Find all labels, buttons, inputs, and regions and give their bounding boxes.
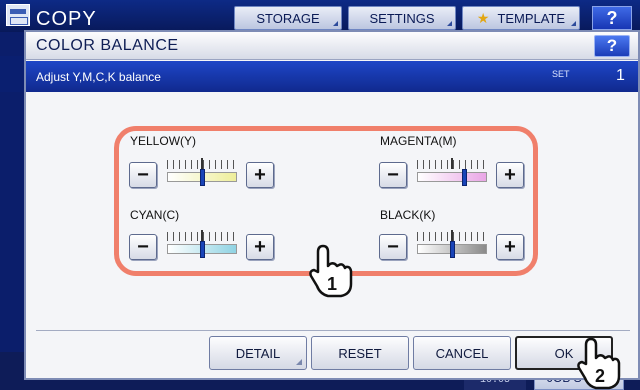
corner-arrow-icon [447,21,452,26]
black-minus-button[interactable]: − [379,234,407,260]
slider-knob[interactable] [200,169,205,186]
dialog-help-button[interactable]: ? [594,35,630,57]
cancel-button-label: CANCEL [435,345,489,361]
detail-button[interactable]: DETAIL [209,336,307,370]
footer-separator [36,330,630,331]
cancel-button[interactable]: CANCEL [413,336,511,370]
callout-number-1: 1 [327,274,337,294]
reset-button-label: RESET [338,345,382,361]
pointing-hand-icon: 2 [577,337,621,390]
dialog-title: COLOR BALANCE [36,37,179,54]
slider-track [417,172,487,182]
magenta-slider[interactable] [417,158,487,186]
color-balance-dialog: COLOR BALANCE ? Adjust Y,M,C,K balance S… [24,30,640,380]
set-label: SET [552,69,570,79]
set-number: 1 [616,67,625,84]
corner-arrow-icon [296,359,302,365]
yellow-slider[interactable] [167,158,237,186]
tab-storage-label: STORAGE [256,10,320,26]
app-help-button[interactable]: ? [592,6,632,30]
black-label: BLACK(K) [380,208,436,222]
slider-knob[interactable] [200,241,205,258]
tab-settings-label: SETTINGS [369,10,435,26]
pointing-hand-icon: 1 [309,244,353,298]
cyan-minus-button[interactable]: − [129,234,157,260]
magenta-minus-button[interactable]: − [379,162,407,188]
slider-knob[interactable] [461,169,467,186]
tab-settings[interactable]: SETTINGS [348,6,456,30]
black-plus-button[interactable]: + [496,234,524,260]
yellow-plus-button[interactable]: + [246,162,274,188]
cyan-slider[interactable] [167,230,237,258]
slider-ticks [417,230,487,241]
callout-number-2: 2 [595,366,605,386]
slider-knob[interactable] [450,241,455,258]
detail-button-label: DETAIL [235,345,281,361]
instruction-text: Adjust Y,M,C,K balance [36,70,161,84]
black-slider[interactable] [417,230,487,258]
copy-app-icon [6,4,30,26]
corner-arrow-icon [333,21,338,26]
instruction-bar: Adjust Y,M,C,K balance SET 1 [26,61,638,92]
ok-button-label: OK [554,345,574,361]
reset-button[interactable]: RESET [311,336,409,370]
dialog-title-bar: COLOR BALANCE ? [26,32,638,60]
tab-template-label: TEMPLATE [497,10,566,26]
cyan-label: CYAN(C) [130,208,180,222]
cyan-plus-button[interactable]: + [246,234,274,260]
app-top-bar: COPY STORAGE SETTINGS ★ TEMPLATE ? [0,0,640,32]
app-title: COPY [36,8,97,30]
tab-template[interactable]: ★ TEMPLATE [462,6,580,30]
tab-storage[interactable]: STORAGE [234,6,342,30]
slider-ticks [167,230,237,241]
yellow-minus-button[interactable]: − [129,162,157,188]
magenta-label: MAGENTA(M) [380,134,457,148]
magenta-plus-button[interactable]: + [496,162,524,188]
corner-arrow-icon [571,21,576,26]
slider-ticks [167,158,237,169]
yellow-label: YELLOW(Y) [130,134,197,148]
slider-ticks [417,158,487,169]
star-icon: ★ [476,9,490,26]
